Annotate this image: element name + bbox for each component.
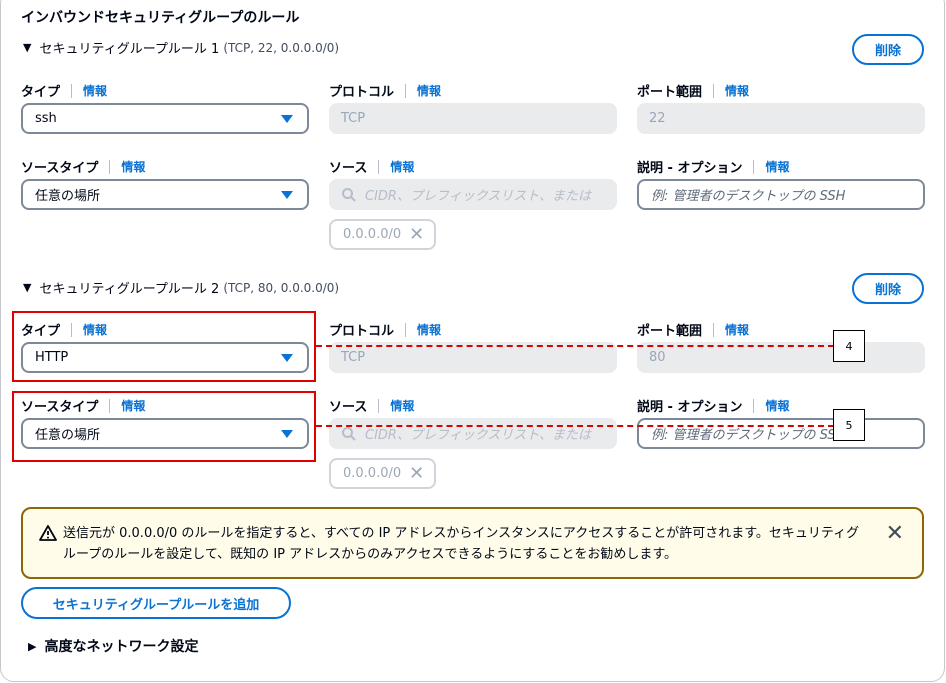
rule-2-header[interactable]: ▼ セキュリティグループルール 2 (TCP, 80, 0.0.0.0/0) [23,278,340,298]
warning-alert: 送信元が 0.0.0.0/0 のルールを指定すると、すべての IP アドレスから… [21,507,924,579]
annotation-line-4 [316,345,834,347]
rule-1-title: セキュリティグループルール 1 [39,42,220,57]
advanced-network-settings-label: 高度なネットワーク設定 [44,639,199,655]
info-link[interactable]: 情報 [121,158,145,175]
rule-1-source-input: CIDR、プレフィックスリスト、または [329,179,617,210]
rule-1-desc-label: 説明 - オプション 情報 [637,158,790,176]
rule-2-type-label: タイプ 情報 [21,321,108,339]
rule-1-desc-input[interactable]: 例: 管理者のデスクトップの SSH [637,179,925,210]
info-link[interactable]: 情報 [121,397,145,414]
rule-1-protocol-input: TCP [329,103,617,134]
warning-icon [39,525,57,541]
rule-1-source-label: ソース 情報 [329,158,415,176]
info-link[interactable]: 情報 [417,82,441,99]
caret-down-icon [281,430,293,438]
rule-2-protocol-label: プロトコル 情報 [329,321,442,339]
caret-down-icon [281,191,293,199]
rule-1-delete-button[interactable]: 削除 [852,34,924,65]
annotation-line-5 [316,425,834,427]
rule-1-source-type-label: ソースタイプ 情報 [21,158,146,176]
rule-1-source-token: 0.0.0.0/0 ✕ [329,219,436,250]
caret-down-icon [281,354,293,362]
collapse-triangle-icon: ▼ [23,281,32,294]
callout-5: 5 [833,409,865,441]
rule-2-source-input: CIDR、プレフィックスリスト、または [329,418,617,449]
info-link[interactable]: 情報 [390,397,414,414]
rule-1-type-select[interactable]: ssh [21,103,309,134]
rule-2-desc-input[interactable]: 例: 管理者のデスクトップの SSH [637,418,925,449]
rule-1-port-input: 22 [637,103,925,134]
rule-2-source-token: 0.0.0.0/0 ✕ [329,458,436,489]
rule-2-title: セキュリティグループルール 2 [39,282,220,297]
rule-1-port-label: ポート範囲 情報 [637,82,750,100]
rule-1-header[interactable]: ▼ セキュリティグループルール 1 (TCP, 22, 0.0.0.0/0) [23,38,340,58]
section-title: インバウンドセキュリティグループのルール [21,10,300,26]
rule-2-port-label: ポート範囲 情報 [637,321,750,339]
rule-2-source-label: ソース 情報 [329,397,415,415]
info-link[interactable]: 情報 [83,321,107,338]
add-rule-button[interactable]: セキュリティグループルールを追加 [21,587,291,619]
search-icon [342,426,356,441]
close-icon: ✕ [409,462,425,484]
info-link[interactable]: 情報 [725,82,749,99]
rule-1-protocol-label: プロトコル 情報 [329,82,442,100]
rule-2-type-select[interactable]: HTTP [21,342,309,373]
callout-4: 4 [833,330,865,362]
alert-text: 送信元が 0.0.0.0/0 のルールを指定すると、すべての IP アドレスから… [63,526,860,562]
info-link[interactable]: 情報 [725,321,749,338]
rule-1-type-label: タイプ 情報 [21,82,108,100]
expand-triangle-icon: ▶ [28,639,37,653]
collapse-triangle-icon: ▼ [23,41,32,54]
info-link[interactable]: 情報 [83,82,107,99]
rule-1-meta: (TCP, 22, 0.0.0.0/0) [223,40,340,55]
search-icon [342,187,356,202]
rule-1-source-type-select[interactable]: 任意の場所 [21,179,309,210]
info-link[interactable]: 情報 [390,158,414,175]
info-link[interactable]: 情報 [765,158,789,175]
rule-2-delete-button[interactable]: 削除 [852,273,924,304]
advanced-network-settings-toggle[interactable]: ▶ 高度なネットワーク設定 [28,636,198,656]
info-link[interactable]: 情報 [765,397,789,414]
rule-2-meta: (TCP, 80, 0.0.0.0/0) [223,280,340,295]
rule-2-source-type-select[interactable]: 任意の場所 [21,418,309,449]
close-icon[interactable]: ✕ [886,521,904,546]
info-link[interactable]: 情報 [417,321,441,338]
rule-2-desc-label: 説明 - オプション 情報 [637,397,790,415]
close-icon: ✕ [409,223,425,245]
rule-2-source-type-label: ソースタイプ 情報 [21,397,146,415]
caret-down-icon [281,115,293,123]
